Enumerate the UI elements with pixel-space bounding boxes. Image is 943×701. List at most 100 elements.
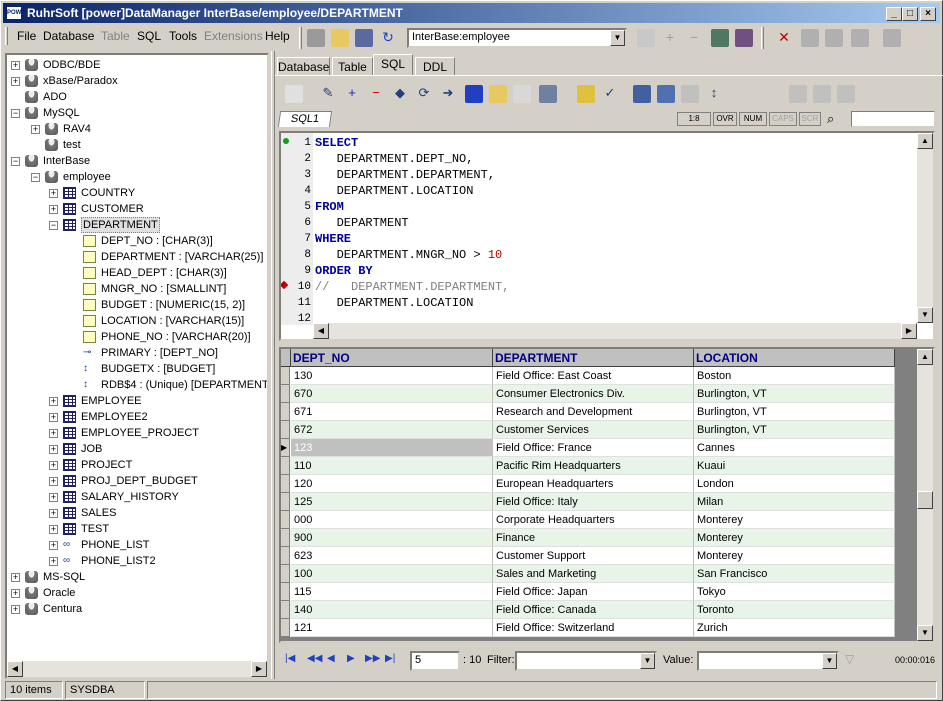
row-indicator[interactable] [281, 583, 290, 601]
tree-node[interactable]: PHONE_NO : [VARCHAR(20)] [69, 329, 267, 345]
remove-icon[interactable]: − [685, 29, 703, 47]
table-cell[interactable]: Corporate Headquarters [493, 511, 694, 529]
table-cell[interactable]: Boston [694, 367, 895, 385]
column-header-department[interactable]: DEPARTMENT [493, 349, 694, 367]
line-numbers-icon[interactable] [285, 85, 303, 103]
network-icon[interactable] [735, 29, 753, 47]
new-record-icon[interactable] [681, 85, 699, 103]
expand-icon[interactable]: + [11, 61, 20, 70]
open-icon[interactable] [489, 85, 507, 103]
check-icon[interactable]: ✓ [601, 85, 619, 103]
export-icon[interactable] [851, 29, 869, 47]
table-cell[interactable]: Monterey [694, 547, 895, 565]
row-indicator[interactable] [281, 529, 290, 547]
table-cell[interactable]: Field Office: France [493, 439, 694, 457]
expand-icon[interactable]: + [49, 189, 58, 198]
table-row[interactable]: 130 Field Office: East Coast Boston [281, 367, 895, 385]
grid-icon[interactable] [633, 85, 651, 103]
row-indicator[interactable] [281, 421, 290, 439]
filter-select[interactable]: ▼ [515, 651, 657, 671]
table-cell[interactable]: 000 [291, 511, 493, 529]
code-line[interactable]: DEPARTMENT.DEPARTMENT, [315, 167, 495, 183]
back-icon[interactable]: ◆ [391, 85, 409, 103]
title-bar[interactable]: POWER RuhrSoft [power]DataManager InterB… [3, 3, 940, 23]
table-cell[interactable]: 140 [291, 601, 493, 619]
tree-node[interactable]: + xBase/Paradox [11, 73, 267, 89]
row-indicator[interactable] [281, 547, 290, 565]
tree-node[interactable]: HEAD_DEPT : [CHAR(3)] [69, 265, 267, 281]
tree-node[interactable]: LOCATION : [VARCHAR(15)] [69, 313, 267, 329]
collapse-icon[interactable]: − [31, 173, 40, 182]
table-cell[interactable]: 672 [291, 421, 493, 439]
table-cell[interactable]: Customer Services [493, 421, 694, 439]
remove-icon[interactable]: − [367, 85, 385, 103]
tree-node[interactable]: + PROJECT [49, 457, 267, 473]
tree-node[interactable]: DEPT_NO : [CHAR(3)] [69, 233, 267, 249]
tree-node[interactable]: DEPARTMENT : [VARCHAR(25)] [69, 249, 267, 265]
tree-node[interactable]: + SALES [49, 505, 267, 521]
table-row[interactable]: 900 Finance Monterey [281, 529, 895, 547]
code-line[interactable]: WHERE [315, 231, 351, 247]
code-line[interactable]: DEPARTMENT.MNGR_NO > 10 [315, 247, 503, 263]
row-indicator[interactable] [281, 367, 290, 385]
expand-icon[interactable]: + [49, 493, 58, 502]
expand-icon[interactable]: + [49, 557, 58, 566]
tree-node[interactable]: ⊸ PRIMARY : [DEPT_NO] [69, 345, 267, 361]
table-cell[interactable]: Zurich [694, 619, 895, 637]
editor-vertical-scrollbar[interactable]: ▲ ▼ [917, 133, 933, 323]
table-row[interactable]: 115 Field Office: Japan Tokyo [281, 583, 895, 601]
table-cell[interactable]: Tokyo [694, 583, 895, 601]
table-row[interactable]: 000 Corporate Headquarters Monterey [281, 511, 895, 529]
table-cell[interactable]: Kuaui [694, 457, 895, 475]
table-cell[interactable]: 121 [291, 619, 493, 637]
expand-icon[interactable]: + [11, 77, 20, 86]
menu-table[interactable]: Table [101, 29, 130, 43]
tree-node[interactable]: + ∞ PHONE_LIST [49, 537, 267, 553]
tree-node[interactable]: + ∞ PHONE_LIST2 [49, 553, 267, 569]
prior-page-icon[interactable]: ◀◀ [307, 653, 322, 664]
expand-icon[interactable]: + [49, 525, 58, 534]
expand-icon[interactable]: + [49, 541, 58, 550]
table-cell[interactable]: London [694, 475, 895, 493]
scroll-up-icon[interactable]: ▲ [917, 133, 933, 149]
table-cell[interactable]: 623 [291, 547, 493, 565]
tab-sql[interactable]: SQL [373, 54, 413, 75]
expand-icon[interactable]: + [49, 397, 58, 406]
copy-icon[interactable] [789, 85, 807, 103]
tree-node[interactable]: + CUSTOMER [49, 201, 267, 217]
tree-node[interactable]: + EMPLOYEE2 [49, 409, 267, 425]
tree-node[interactable]: − MySQL [11, 105, 267, 121]
sql-text-icon[interactable] [729, 85, 747, 103]
tree-node[interactable]: + RAV4 [31, 121, 267, 137]
add-icon[interactable]: + [661, 29, 679, 47]
next-page-icon[interactable]: ▶▶ [365, 653, 380, 664]
table-cell[interactable]: Field Office: Italy [493, 493, 694, 511]
export-icon[interactable] [513, 85, 531, 103]
table-row[interactable]: ▶ 123 Field Office: France Cannes [281, 439, 895, 457]
tree-node[interactable]: + SALARY_HISTORY [49, 489, 267, 505]
sort-az-icon[interactable]: ↕ [705, 85, 723, 103]
add-icon[interactable]: + [343, 85, 361, 103]
tree-node[interactable]: BUDGET : [NUMERIC(15, 2)] [69, 297, 267, 313]
table-cell[interactable]: Field Office: Japan [493, 583, 694, 601]
scroll-left-icon[interactable]: ◀ [313, 323, 329, 339]
row-indicator[interactable]: ▶ [281, 439, 290, 457]
connect-icon[interactable] [307, 29, 325, 47]
prior-record-icon[interactable]: ◀ [327, 653, 335, 664]
maximize-button[interactable]: □ [902, 7, 918, 21]
table-row[interactable]: 623 Customer Support Monterey [281, 547, 895, 565]
tree-node[interactable]: − DEPARTMENT [49, 217, 267, 233]
open-folder-icon[interactable] [331, 29, 349, 47]
monitor-icon[interactable] [711, 29, 729, 47]
table-cell[interactable]: 115 [291, 583, 493, 601]
row-indicator[interactable] [281, 601, 290, 619]
table-cell[interactable]: 125 [291, 493, 493, 511]
expand-icon[interactable]: + [11, 589, 20, 598]
table-cell[interactable]: Consumer Electronics Div. [493, 385, 694, 403]
scroll-right-icon[interactable]: ▶ [901, 323, 917, 339]
paste-icon[interactable] [813, 85, 831, 103]
tree-node[interactable]: ↕ BUDGETX : [BUDGET] [69, 361, 267, 377]
expand-icon[interactable]: + [49, 509, 58, 518]
sql-editor[interactable]: 1 SELECT 2 DEPARTMENT.DEPT_NO, 3 DEPARTMENT… [279, 131, 935, 341]
binoculars-icon[interactable]: ⌕ [827, 111, 847, 127]
